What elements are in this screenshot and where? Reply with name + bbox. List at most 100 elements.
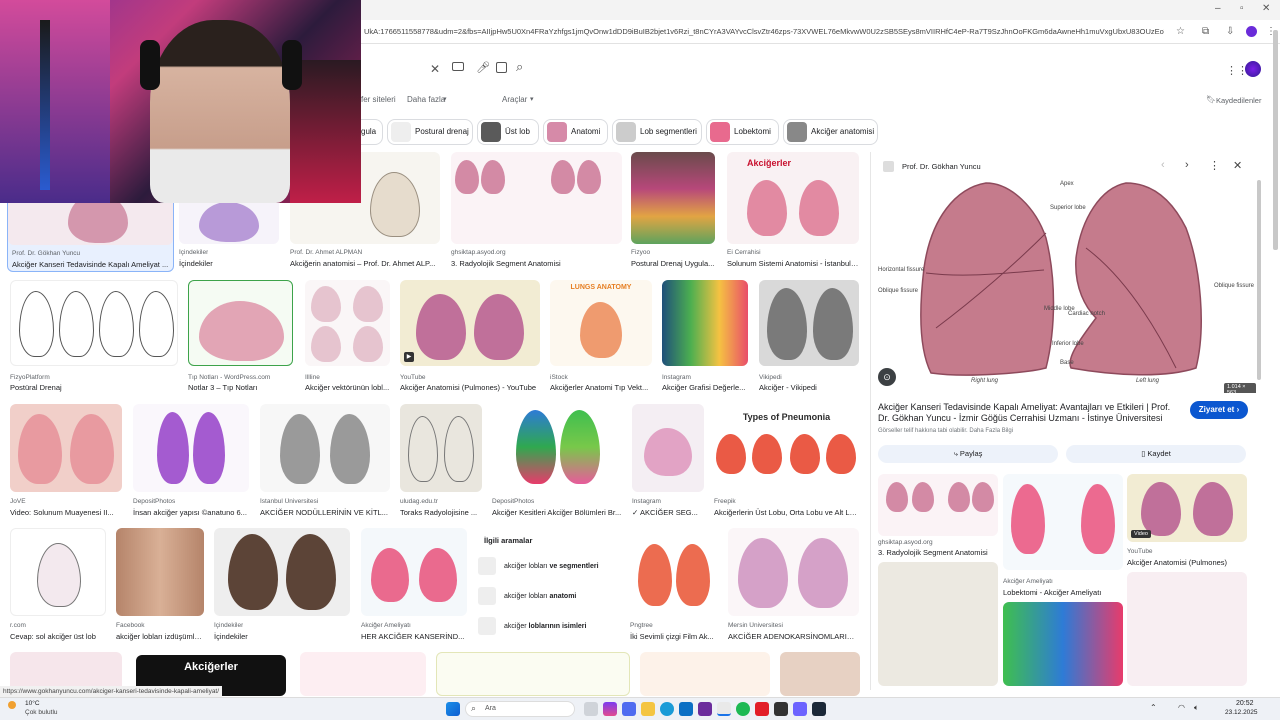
steam-icon[interactable]	[812, 702, 826, 716]
edge-icon[interactable]	[660, 702, 674, 716]
keyboard-icon[interactable]	[452, 62, 464, 71]
visit-button[interactable]: Ziyaret et ›	[1190, 401, 1248, 419]
bookmark-star-icon[interactable]: ☆	[1176, 25, 1185, 39]
panel-related-card[interactable]: Video YouTube Akciğer Anatomisi (Pulmone…	[1127, 474, 1247, 568]
saved-icon[interactable]: 🔖︎	[1206, 95, 1216, 104]
spotify-icon[interactable]	[736, 702, 750, 716]
result-card[interactable]: Illline Akciğer vektörünün lobl...	[305, 280, 390, 395]
result-title[interactable]: AKCİĞER NODÜLLERİNİN VE KİTL...	[260, 508, 390, 517]
chip-anatomi[interactable]: Anatomi	[543, 119, 608, 145]
result-card[interactable]: Facebook akciğer lobları izdüşümle...	[116, 528, 204, 643]
result-card[interactable]: Types of Pneumonia Freepik Akciğerlerin …	[714, 404, 859, 519]
result-card[interactable]: r.com Cevap: sol akciğer üst lob	[10, 528, 106, 643]
result-image[interactable]	[300, 652, 426, 696]
chrome-icon[interactable]	[717, 702, 731, 716]
chip-postural-drenaj[interactable]: Postural drenaj	[387, 119, 473, 145]
result-title[interactable]: Akciğerin anatomisi – Prof. Dr. Ahmet AL…	[290, 259, 440, 268]
result-title[interactable]: Akciğer Kanseri Tedavisinde Kapalı Ameli…	[12, 260, 170, 269]
result-title[interactable]: İçindekiler	[214, 632, 350, 641]
result-image[interactable]	[436, 652, 630, 696]
taskbar-search[interactable]: ⌕ Ara	[465, 701, 575, 717]
chip-akciger-anatomisi[interactable]: Akciğer anatomisi	[783, 119, 878, 145]
result-title[interactable]: Akciğer - Vikipedi	[759, 383, 859, 392]
chip-ust-lob[interactable]: Üst lob	[477, 119, 539, 145]
share-button[interactable]: ⤷ Paylaş	[878, 445, 1058, 463]
result-title[interactable]: HER AKCİĞER KANSERİND...	[361, 632, 467, 641]
result-title[interactable]: Cevap: sol akciğer üst lob	[10, 632, 106, 641]
search-icon[interactable]: ⌕	[516, 59, 523, 75]
tab-web-sites[interactable]: fer siteleri	[361, 95, 396, 104]
result-card[interactable]: Vikipedi Akciğer - Vikipedi	[759, 280, 859, 395]
result-card[interactable]: JoVE Video: Solunum Muayenesi II...	[10, 404, 122, 519]
related-item[interactable]: akciğer lobları anatomi	[478, 586, 576, 608]
save-button[interactable]: ▯ Kaydet	[1066, 445, 1246, 463]
store-icon[interactable]	[679, 702, 693, 716]
clear-icon[interactable]: ✕	[430, 62, 440, 76]
result-title[interactable]: Notlar 3 – Tıp Notları	[188, 383, 293, 392]
search-box[interactable]: ✕ 🎤︎ ⌕	[360, 54, 550, 86]
result-card[interactable]: DepositPhotos İnsan akciğer yapısı ©anat…	[133, 404, 249, 519]
result-title[interactable]: İnsan akciğer yapısı ©anatuno 6...	[133, 508, 249, 517]
weather-icon[interactable]	[8, 701, 16, 709]
app-red-icon[interactable]	[755, 702, 769, 716]
result-image[interactable]	[640, 652, 770, 696]
windows-start-icon[interactable]	[446, 702, 460, 716]
result-card[interactable]: İçindekiler İçindekiler	[214, 528, 350, 643]
clock-date[interactable]: 23.12.2025	[1225, 709, 1258, 716]
prev-icon[interactable]: ‹	[1161, 159, 1165, 171]
minimize-icon[interactable]: –	[1215, 2, 1221, 16]
result-card[interactable]: FizyoPlatform Postüral Drenaj	[10, 280, 178, 395]
lens-icon[interactable]	[496, 62, 507, 73]
page-scrollbar[interactable]	[1273, 30, 1278, 250]
result-card[interactable]: Akciğerler Ei Cerrahisi Solunum Sistemi …	[727, 152, 859, 272]
result-title[interactable]: AKCİĞER ADENOKARSİNOMLARINI...	[728, 632, 859, 641]
result-card[interactable]: Mersin Üniversitesi AKCİĞER ADENOKARSİNO…	[728, 528, 859, 643]
clock-time[interactable]: 20:52	[1236, 700, 1254, 707]
result-title[interactable]: ✓ AKCİĞER SEG...	[632, 508, 704, 517]
panel-related-image[interactable]	[1127, 572, 1247, 686]
related-item[interactable]: akciğer loblarının isimleri	[478, 616, 586, 638]
result-title[interactable]: Akciğer vektörünün lobl...	[305, 383, 390, 392]
panel-related-image[interactable]	[1003, 602, 1123, 686]
panel-related-card[interactable]: ghsiktap.asyod.org 3. Radyolojik Segment…	[878, 474, 998, 558]
chip-lobektomi[interactable]: Lobektomi	[706, 119, 779, 145]
task-view-icon[interactable]	[584, 702, 598, 716]
tab-tools[interactable]: Araçlar	[502, 95, 527, 104]
result-title[interactable]: Akciğer Kesitleri Akciğer Bölümleri Br..…	[492, 508, 622, 517]
panel-related-image[interactable]	[878, 562, 998, 686]
result-title[interactable]: Akciğerlerin Üst Lobu, Orta Lobu ve Alt …	[714, 508, 859, 517]
result-title[interactable]: Akciğer Grafisi Değerle...	[662, 383, 748, 392]
result-title[interactable]: 3. Radyolojik Segment Anatomisi	[878, 548, 998, 557]
result-card[interactable]: DepositPhotos Akciğer Kesitleri Akciğer …	[492, 404, 622, 519]
extensions-icon[interactable]: ⧉	[1202, 25, 1209, 39]
related-item[interactable]: akciğer lobları ve segmentleri	[478, 556, 599, 578]
result-card[interactable]: LUNGS ANATOMY iStock Akciğerler Anatomi …	[550, 280, 652, 395]
more-icon[interactable]: ⋮	[1209, 159, 1220, 172]
result-card[interactable]: Instagram ✓ AKCİĞER SEG...	[632, 404, 704, 519]
result-card[interactable]: uludag.edu.tr Toraks Radyolojisine ...	[400, 404, 482, 519]
url-text[interactable]: UkA:1766511558778&udm=2&fbs=AIIjpHw5U0Xn…	[364, 24, 1164, 40]
close-window-icon[interactable]: ✕	[1262, 2, 1270, 16]
result-title[interactable]: Akciğerler Anatomi Tıp Vekt...	[550, 383, 652, 392]
tab-more[interactable]: Daha fazla	[407, 95, 445, 104]
obs-icon[interactable]	[774, 702, 788, 716]
result-title[interactable]: Video: Solunum Muayenesi II...	[10, 508, 122, 517]
discord-icon[interactable]	[793, 702, 807, 716]
result-title[interactable]: akciğer lobları izdüşümle...	[116, 632, 204, 641]
wifi-icon[interactable]: ◠	[1178, 703, 1185, 712]
result-image[interactable]	[780, 652, 860, 696]
download-icon[interactable]: ⇩	[1226, 25, 1234, 39]
mic-icon[interactable]: 🎤︎	[476, 61, 490, 74]
maximize-icon[interactable]: ▫	[1240, 2, 1244, 16]
result-title[interactable]: İçindekiler	[179, 259, 279, 268]
copilot-icon[interactable]	[603, 702, 617, 716]
app-icon[interactable]	[698, 702, 712, 716]
result-card[interactable]: ▶ YouTube Akciğer Anatomisi (Pulmones) -…	[400, 280, 540, 395]
result-title[interactable]: Solunum Sistemi Anatomisi - İstanbul ...	[727, 259, 859, 268]
tray-chevron-icon[interactable]: ⌃	[1150, 703, 1157, 712]
panel-title[interactable]: Akciğer Kanseri Tedavisinde Kapalı Ameli…	[878, 402, 1182, 426]
result-title[interactable]: Akciğer Anatomisi (Pulmones)	[1127, 558, 1247, 567]
result-title[interactable]: Lobektomi - Akciğer Ameliyatı	[1003, 588, 1123, 597]
profile-avatar[interactable]	[1246, 26, 1257, 37]
result-card[interactable]: ghsiktap.asyod.org 3. Radyolojik Segment…	[451, 152, 622, 272]
